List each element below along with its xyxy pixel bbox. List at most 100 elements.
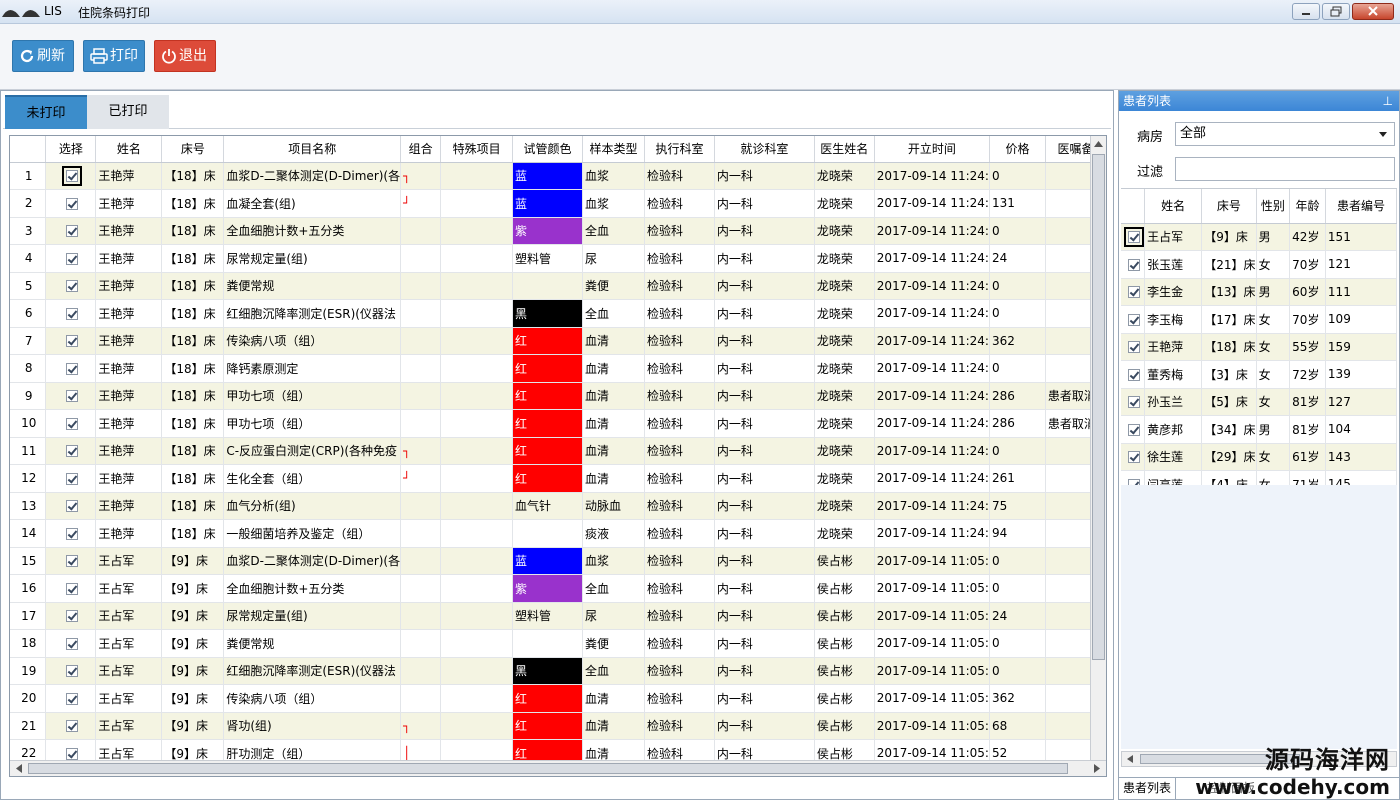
list-item[interactable]: 孙玉兰 【5】床女 81岁 127 xyxy=(1121,388,1398,416)
table-row[interactable]: 20 王占军 【9】床 传染病八项（组） 红血清 检验科 内一科 侯占彬 2017-09-14 … xyxy=(10,684,1106,713)
column-header-bed[interactable]: 床号 xyxy=(161,136,225,163)
table-row[interactable]: 11 王艳萍 【18】床 C-反应蛋白测定(CRP)(各种免疫 ┐ 红血清 检验科 内一科 龙晓… xyxy=(10,437,1106,465)
orders-horizontal-scrollbar[interactable] xyxy=(10,760,1106,776)
patient-checkbox[interactable] xyxy=(1127,258,1140,271)
row-number-header xyxy=(10,136,47,163)
table-row[interactable]: 19 王占军 【9】床 红细胞沉降率测定(ESR)(仪器法 黑全血 检验科 内一科 侯占彬 20… xyxy=(10,657,1106,685)
pin-icon[interactable]: ⊥ xyxy=(1383,91,1393,111)
table-row[interactable]: 10 王艳萍 【18】床 甲功七项（组） 红血清 检验科 内一科 龙晓荣 2017-09-14 … xyxy=(10,409,1106,438)
patient-checkbox[interactable] xyxy=(1127,423,1140,436)
orders-horizontal-scroll-thumb[interactable] xyxy=(28,763,1068,774)
tube-color-cell xyxy=(512,272,583,300)
column-header-item[interactable]: 项目名称 xyxy=(223,136,402,163)
list-item[interactable]: 黄彦邦 【34】床男 81岁 104 xyxy=(1121,415,1398,444)
column-header-tube[interactable]: 试管颜色 xyxy=(512,136,583,163)
patient-column-header-sex[interactable]: 性别 xyxy=(1256,189,1291,224)
list-item[interactable]: 董秀梅 【3】床女 72岁 139 xyxy=(1121,360,1398,389)
column-header-special[interactable]: 特殊项目 xyxy=(440,136,514,163)
column-header-exec-dept[interactable]: 执行科室 xyxy=(644,136,715,163)
table-row[interactable]: 21 王占军 【9】床 肾功(组) ┐ 红血清 检验科 内一科 侯占彬 2017-09-14 11… xyxy=(10,712,1106,740)
select-checkbox[interactable] xyxy=(65,197,78,210)
select-checkbox[interactable] xyxy=(65,720,78,733)
item-name-cell: 血凝全套(组) xyxy=(223,189,402,218)
select-checkbox[interactable] xyxy=(65,472,78,485)
patient-column-header-bed[interactable]: 床号 xyxy=(1201,189,1257,224)
select-checkbox[interactable] xyxy=(65,417,78,430)
select-checkbox[interactable] xyxy=(65,445,78,458)
patient-checkbox[interactable] xyxy=(1127,396,1140,409)
table-row[interactable]: 6 王艳萍 【18】床 红细胞沉降率测定(ESR)(仪器法 黑全血 检验科 内一科 龙晓荣 20… xyxy=(10,299,1106,328)
column-header-name[interactable]: 姓名 xyxy=(95,136,163,163)
select-checkbox[interactable] xyxy=(65,362,78,375)
select-checkbox[interactable] xyxy=(65,335,78,348)
table-row[interactable]: 18 王占军 【9】床 粪便常规 粪便 检验科 内一科 侯占彬 2017-09-14 11:05… xyxy=(10,629,1106,658)
list-item[interactable]: 王占军 【9】床男 42岁 151 xyxy=(1121,223,1398,251)
patient-column-header-id[interactable]: 患者编号 xyxy=(1325,189,1398,224)
column-header-doctor[interactable]: 医生姓名 xyxy=(814,136,875,163)
select-checkbox[interactable] xyxy=(65,280,78,293)
column-header-price[interactable]: 价格 xyxy=(989,136,1046,163)
patient-checkbox[interactable] xyxy=(1127,313,1140,326)
patient-checkbox[interactable] xyxy=(1127,286,1140,299)
select-checkbox[interactable] xyxy=(65,637,78,650)
list-item[interactable]: 王艳萍 【18】床女 55岁 159 xyxy=(1121,333,1398,361)
column-header-group[interactable]: 组合 xyxy=(400,136,442,163)
select-checkbox[interactable] xyxy=(65,692,78,705)
select-checkbox[interactable] xyxy=(65,500,78,513)
column-header-visit-dept[interactable]: 就诊科室 xyxy=(714,136,815,163)
table-row[interactable]: 8 王艳萍 【18】床 降钙素原测定 红血清 检验科 内一科 龙晓荣 2017-09-14 11… xyxy=(10,354,1106,383)
select-checkbox[interactable] xyxy=(65,610,78,623)
column-header-select[interactable]: 选择 xyxy=(45,136,97,163)
select-checkbox[interactable] xyxy=(65,747,78,760)
close-window-button[interactable] xyxy=(1352,3,1394,20)
table-row[interactable]: 7 王艳萍 【18】床 传染病八项（组） 红血清 检验科 内一科 龙晓荣 2017-09-14 … xyxy=(10,327,1106,355)
orders-vertical-scroll-thumb[interactable] xyxy=(1092,154,1105,660)
table-row[interactable]: 12 王艳萍 【18】床 生化全套（组） ┘ 红血清 检验科 内一科 龙晓荣 2017-09-14… xyxy=(10,464,1106,493)
list-item[interactable]: 徐生莲 【29】床女 61岁 143 xyxy=(1121,443,1398,471)
minimize-button[interactable] xyxy=(1292,3,1320,20)
filter-input[interactable] xyxy=(1175,157,1395,181)
select-checkbox[interactable] xyxy=(65,527,78,540)
refresh-button[interactable]: 刷新 xyxy=(12,40,74,72)
exit-button[interactable]: 退出 xyxy=(154,40,216,72)
select-checkbox[interactable] xyxy=(65,390,78,403)
select-checkbox[interactable] xyxy=(65,555,78,568)
print-button[interactable]: 打印 xyxy=(83,40,145,72)
column-header-sample[interactable]: 样本类型 xyxy=(582,136,645,163)
table-row[interactable]: 17 王占军 【9】床 尿常规定量(组) 塑料管尿检验科 内一科 侯占彬 2017-09-14… xyxy=(10,602,1106,630)
table-row[interactable]: 13 王艳萍 【18】床 血气分析(组) 血气针 动脉血 检验科 内一科 龙晓荣 2017-09-… xyxy=(10,492,1106,520)
patient-checkbox[interactable] xyxy=(1127,341,1140,354)
select-checkbox[interactable] xyxy=(65,307,78,320)
orders-vertical-scrollbar[interactable] xyxy=(1090,136,1106,762)
select-checkbox[interactable] xyxy=(61,166,82,187)
table-row[interactable]: 4 王艳萍 【18】床 尿常规定量(组) 塑料管尿检验科 内一科 龙晓荣 2017-09-14… xyxy=(10,244,1106,273)
patient-checkbox[interactable] xyxy=(1127,451,1140,464)
table-row[interactable]: 5 王艳萍 【18】床 粪便常规 粪便 检验科 内一科 龙晓荣 2017-09-14 11:24… xyxy=(10,272,1106,300)
sample-type-cell: 痰液 xyxy=(582,519,645,548)
tab-printed[interactable]: 已打印 xyxy=(87,95,169,129)
ward-select[interactable]: 全部 xyxy=(1175,122,1395,146)
table-row[interactable]: 14 王艳萍 【18】床 一般细菌培养及鉴定（组） 痰液 检验科 内一科 龙晓荣 2017-09… xyxy=(10,519,1106,548)
patient-column-header-name[interactable]: 姓名 xyxy=(1144,189,1203,224)
column-header-time[interactable]: 开立时间 xyxy=(874,136,990,163)
patient-checkbox[interactable] xyxy=(1123,227,1144,248)
table-row[interactable]: 9 王艳萍 【18】床 甲功七项（组） 红血清 检验科 内一科 龙晓荣 2017-09-14 1… xyxy=(10,382,1106,410)
table-row[interactable]: 1 王艳萍 【18】床 血浆D-二聚体测定(D-Dimer)(各 ┐ 蓝血浆 检验科 内一科龙… xyxy=(10,162,1106,190)
list-item[interactable]: 李玉梅 【17】床女 70岁 109 xyxy=(1121,305,1398,334)
table-row[interactable]: 15 王占军 【9】床 血浆D-二聚体测定(D-Dimer)(各 蓝血浆 检验科 内一科 侯占… xyxy=(10,547,1106,575)
table-row[interactable]: 3 王艳萍 【18】床 全血细胞计数+五分类 紫全血 检验科 内一科 龙晓荣 2017-09-1… xyxy=(10,217,1106,245)
table-row[interactable]: 2 王艳萍 【18】床 血凝全套(组) ┘ 蓝血浆 检验科 内一科 龙晓荣 2017-09-14 … xyxy=(10,189,1106,218)
visit-dept-cell: 内一科 xyxy=(714,712,815,740)
select-checkbox[interactable] xyxy=(65,582,78,595)
select-checkbox[interactable] xyxy=(65,225,78,238)
tab-patient-list[interactable]: 患者列表 xyxy=(1119,778,1177,799)
select-checkbox[interactable] xyxy=(65,665,78,678)
list-item[interactable]: 张玉莲 【21】床女 70岁 121 xyxy=(1121,250,1398,279)
table-row[interactable]: 16 王占军 【9】床 全血细胞计数+五分类 紫全血 检验科 内一科 侯占彬 2017-09-1… xyxy=(10,574,1106,603)
tab-unprinted[interactable]: 未打印 xyxy=(5,95,87,129)
select-checkbox[interactable] xyxy=(65,252,78,265)
patient-column-header-age[interactable]: 年龄 xyxy=(1289,189,1326,224)
maximize-button[interactable] xyxy=(1322,3,1350,20)
list-item[interactable]: 李生金 【13】床男 60岁 111 xyxy=(1121,278,1398,306)
patient-checkbox[interactable] xyxy=(1127,368,1140,381)
